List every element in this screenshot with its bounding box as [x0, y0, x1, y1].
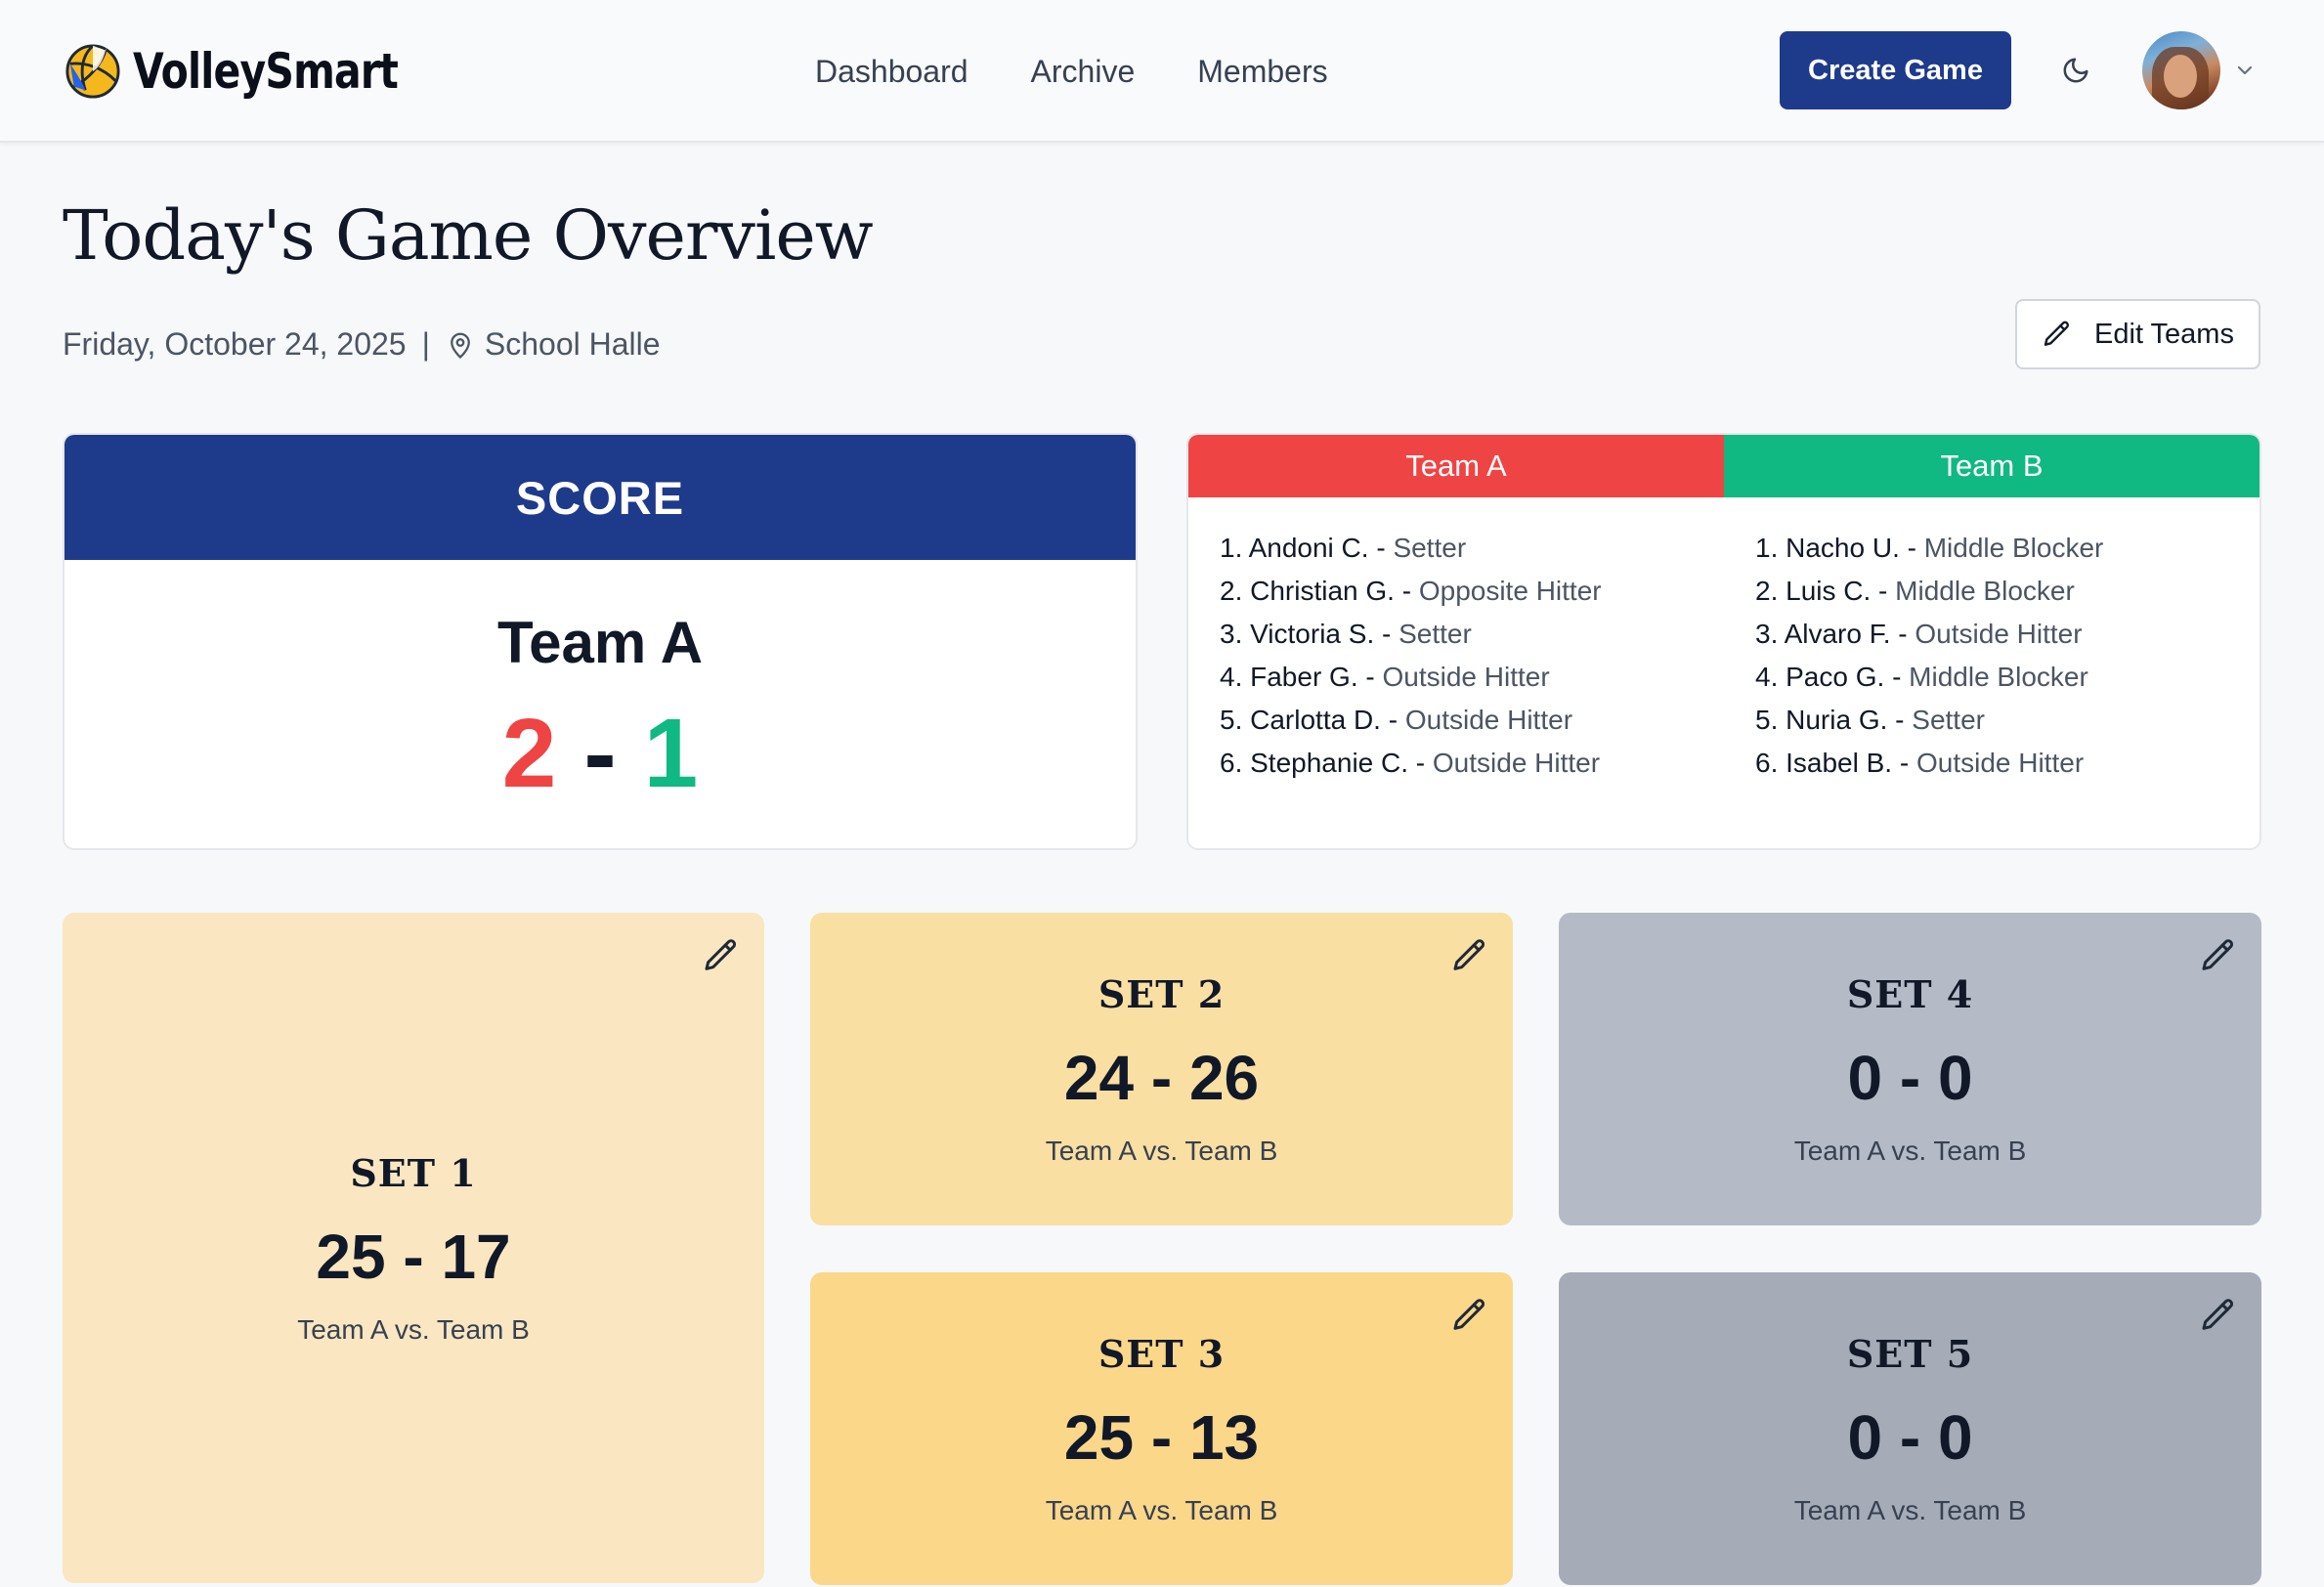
brand-name: VolleySmart: [133, 43, 399, 100]
edit-teams-label: Edit Teams: [2094, 318, 2234, 350]
set-title: SET 1: [350, 1150, 477, 1195]
set-score: 24 - 26: [1063, 1042, 1260, 1113]
set-matchup: Team A vs. Team B: [1045, 1135, 1278, 1166]
page-title: Today's Game Overview: [63, 195, 874, 276]
list-item: 5. Nuria G. - Setter: [1755, 705, 1985, 735]
set-matchup: Team A vs. Team B: [1793, 1494, 2027, 1525]
set-matchup: Team A vs. Team B: [297, 1313, 530, 1345]
set-2-card: SET 2 24 - 26 Team A vs. Team B: [810, 913, 1513, 1225]
score-header: SCORE: [65, 435, 1136, 560]
game-date: Friday, October 24, 2025: [63, 326, 407, 362]
set-title: SET 3: [1097, 1331, 1226, 1376]
nav-archive[interactable]: Archive: [1031, 49, 1136, 94]
team-b-header: Team B: [1724, 435, 2259, 497]
edit-set-2-pencil-icon[interactable]: [1450, 936, 1489, 975]
list-item: 2. Christian G. - Opposite Hitter: [1220, 576, 1602, 606]
edit-set-1-pencil-icon[interactable]: [702, 936, 741, 975]
moon-icon: [2063, 58, 2088, 83]
list-item: 6. Stephanie C. - Outside Hitter: [1220, 748, 1601, 778]
list-item: 1. Nacho U. - Middle Blocker: [1755, 533, 2104, 563]
roster-header: Team A Team B: [1188, 435, 2259, 497]
theme-toggle-button[interactable]: [2056, 51, 2095, 90]
edit-set-4-pencil-icon[interactable]: [2199, 936, 2238, 975]
list-item: 5. Carlotta D. - Outside Hitter: [1220, 705, 1573, 735]
score-card: SCORE Team A 2-1: [63, 433, 1138, 850]
set-matchup: Team A vs. Team B: [1045, 1494, 1278, 1525]
volleyball-logo-icon: [65, 44, 120, 99]
list-item: 6. Isabel B. - Outside Hitter: [1755, 748, 2085, 778]
game-location: School Halle: [484, 326, 661, 362]
list-item: 4. Faber G. - Outside Hitter: [1220, 662, 1550, 692]
meta-separator: |: [421, 326, 430, 362]
list-item: 3. Victoria S. - Setter: [1220, 619, 1472, 649]
game-meta: Friday, October 24, 2025 | School Halle: [63, 326, 661, 363]
edit-teams-button[interactable]: Edit Teams: [2015, 299, 2260, 369]
set-5-card: SET 5 0 - 0 Team A vs. Team B: [1559, 1272, 2261, 1585]
team-a-sets-won: 2: [501, 699, 557, 808]
map-pin-icon: [451, 332, 470, 359]
list-item: 3. Alvaro F. - Outside Hitter: [1755, 619, 2083, 649]
edit-set-3-pencil-icon[interactable]: [1450, 1296, 1489, 1335]
main-nav: Dashboard Archive Members: [815, 49, 1391, 94]
match-score: 2-1: [65, 700, 1136, 807]
list-item: 1. Andoni C. - Setter: [1220, 533, 1467, 563]
team-rosters-card: Team A Team B 1. Andoni C. - Setter 2. C…: [1186, 433, 2261, 850]
leading-team: Team A: [496, 610, 704, 675]
team-a-roster: 1. Andoni C. - Setter 2. Christian G. - …: [1188, 527, 1724, 785]
team-b-sets-won: 1: [643, 699, 699, 808]
score-dash: -: [583, 699, 617, 808]
set-score: 25 - 17: [316, 1221, 511, 1292]
team-b-roster: 1. Nacho U. - Middle Blocker 2. Luis C. …: [1724, 527, 2259, 785]
list-item: 4. Paco G. - Middle Blocker: [1755, 662, 2088, 692]
set-score: 0 - 0: [1847, 1401, 1973, 1473]
set-title: SET 4: [1846, 971, 1974, 1016]
team-a-header: Team A: [1188, 435, 1724, 497]
set-1-card: SET 1 25 - 17 Team A vs. Team B: [63, 913, 764, 1583]
nav-members[interactable]: Members: [1197, 49, 1327, 94]
chevron-down-icon[interactable]: [2233, 59, 2257, 82]
top-navbar: VolleySmart Dashboard Archive Members Cr…: [0, 0, 2324, 143]
pencil-icon: [2044, 321, 2070, 346]
nav-dashboard[interactable]: Dashboard: [815, 49, 968, 94]
set-3-card: SET 3 25 - 13 Team A vs. Team B: [810, 1272, 1513, 1585]
set-score: 0 - 0: [1847, 1042, 1973, 1113]
list-item: 2. Luis C. - Middle Blocker: [1755, 576, 2075, 606]
set-title: SET 2: [1097, 971, 1226, 1016]
set-score: 25 - 13: [1063, 1401, 1260, 1473]
set-matchup: Team A vs. Team B: [1793, 1135, 2027, 1166]
set-title: SET 5: [1846, 1331, 1974, 1376]
user-avatar[interactable]: [2142, 31, 2220, 109]
create-game-button[interactable]: Create Game: [1780, 31, 2011, 109]
brand-logo-link[interactable]: VolleySmart: [65, 39, 456, 104]
edit-set-5-pencil-icon[interactable]: [2199, 1296, 2238, 1335]
set-4-card: SET 4 0 - 0 Team A vs. Team B: [1559, 913, 2261, 1225]
